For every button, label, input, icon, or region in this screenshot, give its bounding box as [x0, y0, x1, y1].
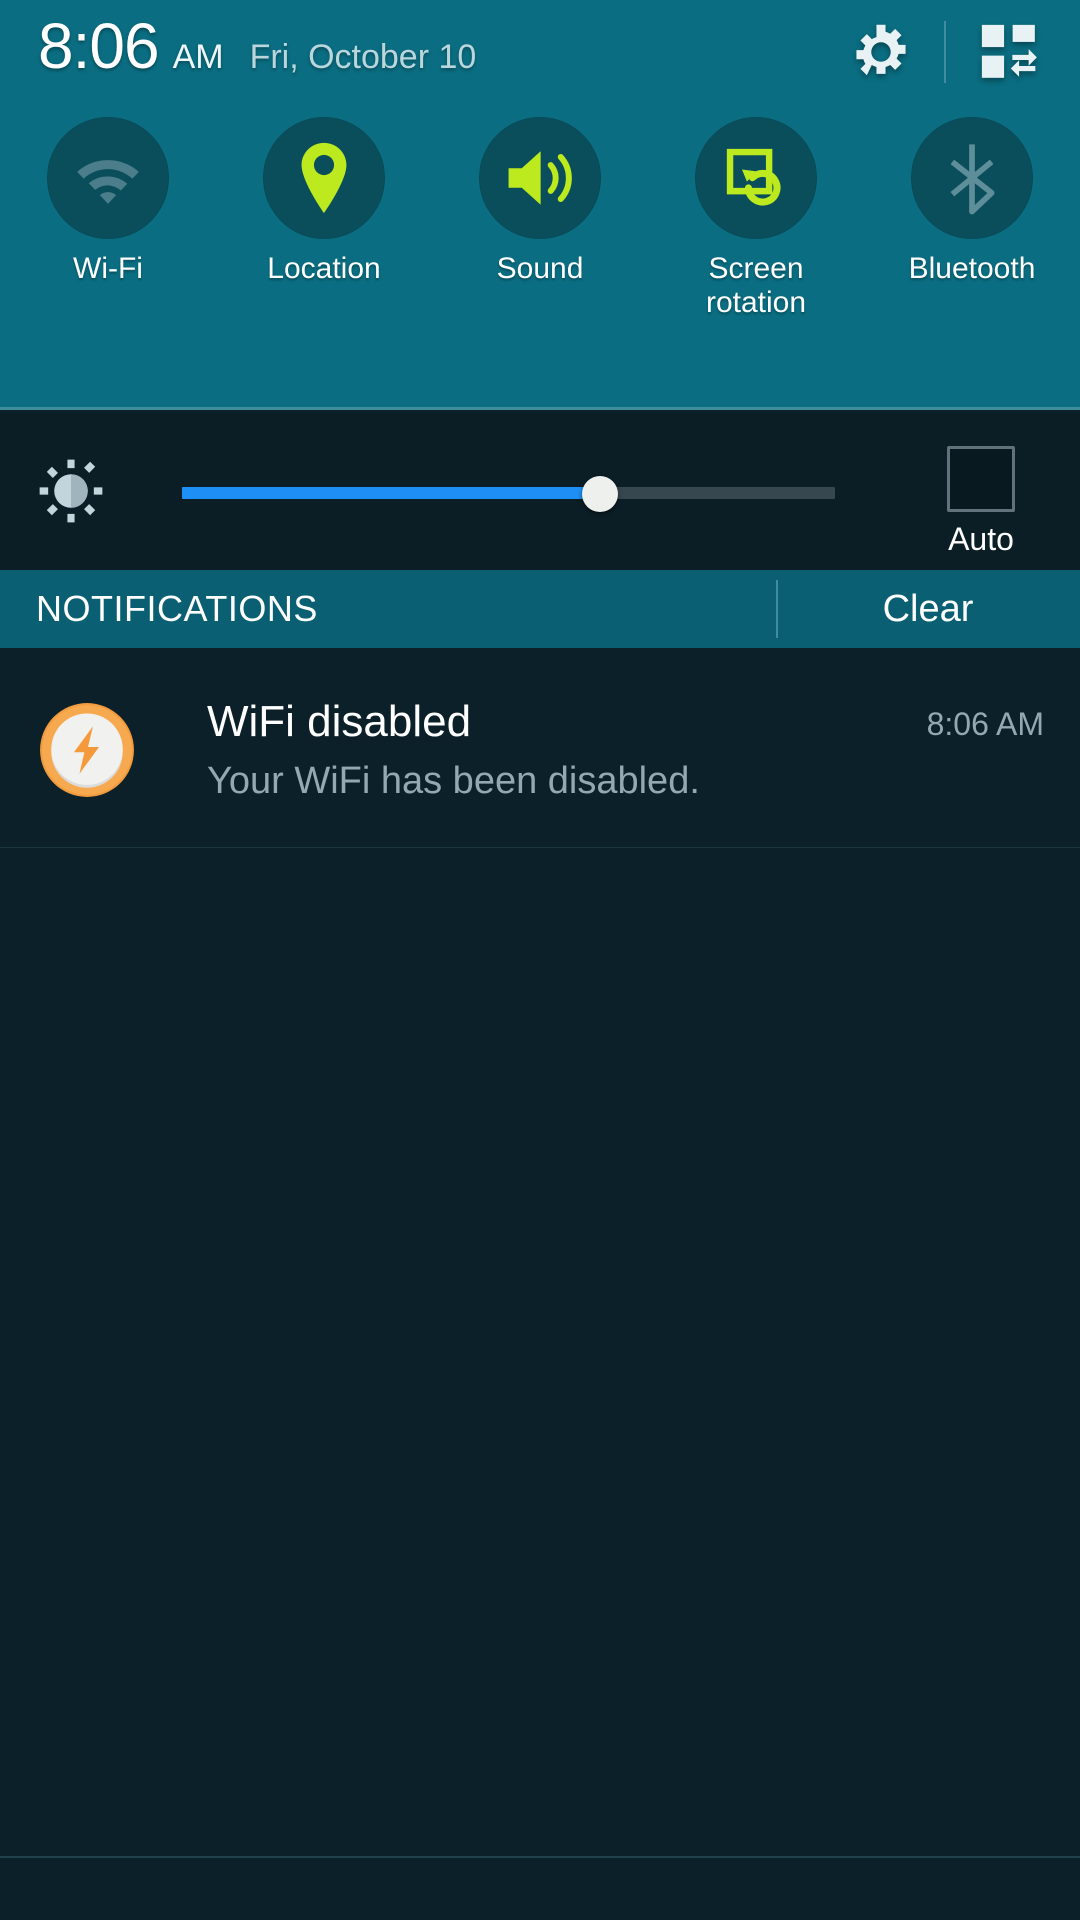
quick-settings-toggle-button[interactable] [968, 12, 1050, 92]
grid-toggle-icon [981, 24, 1037, 78]
shade-drag-handle[interactable] [0, 1856, 1080, 1920]
brightness-slider[interactable] [182, 476, 835, 512]
status-header: 8:06 AM Fri, October 10 [0, 0, 1080, 110]
clock-date: Fri, October 10 [249, 38, 477, 76]
bluetooth-icon [950, 144, 995, 215]
toggle-circle-screen-rotation [695, 117, 817, 239]
toggle-circle-sound [479, 117, 601, 239]
notification-shade: 8:06 AM Fri, October 10 Wi-Fi Location S… [0, 0, 1080, 1920]
gear-icon [856, 24, 906, 76]
brightness-icon [39, 459, 103, 523]
notification-time: 8:06 AM [926, 706, 1044, 742]
auto-brightness-checkbox[interactable] [947, 446, 1015, 512]
notification-body: Your WiFi has been disabled. [207, 759, 700, 802]
notifications-header: NOTIFICATIONS Clear [0, 570, 1080, 648]
quick-toggle-sound[interactable]: Sound [432, 110, 648, 340]
toggle-circle-wifi [47, 117, 169, 239]
quick-toggle-label-sound: Sound [496, 252, 584, 285]
toggle-circle-location [263, 117, 385, 239]
settings-button[interactable] [840, 12, 922, 92]
quick-toggle-wifi[interactable]: Wi-Fi [0, 110, 216, 340]
notification-text-block: WiFi disabled Your WiFi has been disable… [207, 696, 750, 804]
brightness-slider-fill [182, 487, 600, 499]
screen-rotation-icon [726, 148, 781, 206]
clear-notifications-button[interactable]: Clear [776, 588, 1080, 631]
clock-ampm: AM [172, 38, 224, 76]
auto-brightness-control[interactable]: Auto [916, 446, 1046, 558]
header-divider [944, 21, 946, 83]
toggle-circle-bluetooth [911, 117, 1033, 239]
quick-toggle-label-bluetooth: Bluetooth [908, 252, 1036, 285]
quick-toggle-label-screen-rotation: Screen rotation [705, 252, 807, 319]
notification-item[interactable]: WiFi disabled Your WiFi has been disable… [0, 648, 1080, 848]
brightness-row: Auto [0, 413, 1080, 570]
notification-title: WiFi disabled [207, 697, 472, 746]
quick-toggle-row: Wi-Fi Location Sound Screen rotation Blu… [0, 110, 1080, 340]
speaker-icon [508, 151, 572, 205]
location-pin-icon [301, 142, 347, 214]
quick-toggle-location[interactable]: Location [216, 110, 432, 340]
notifications-title: NOTIFICATIONS [36, 588, 318, 629]
auto-brightness-label: Auto [948, 521, 1014, 557]
quick-toggle-screen-rotation[interactable]: Screen rotation [648, 110, 864, 340]
tasker-bolt-icon [40, 703, 134, 797]
quick-toggle-bluetooth[interactable]: Bluetooth [864, 110, 1080, 340]
wifi-icon [77, 160, 139, 204]
clock-time: 8:06 [38, 10, 160, 82]
notification-list: WiFi disabled Your WiFi has been disable… [0, 648, 1080, 1920]
header-actions [840, 12, 1050, 92]
quick-settings-panel: 8:06 AM Fri, October 10 Wi-Fi Location S… [0, 0, 1080, 410]
clock-block[interactable]: 8:06 AM Fri, October 10 [38, 14, 476, 78]
quick-toggle-label-wifi: Wi-Fi [73, 252, 143, 285]
brightness-slider-thumb[interactable] [581, 476, 618, 512]
quick-toggle-label-location: Location [267, 252, 381, 285]
